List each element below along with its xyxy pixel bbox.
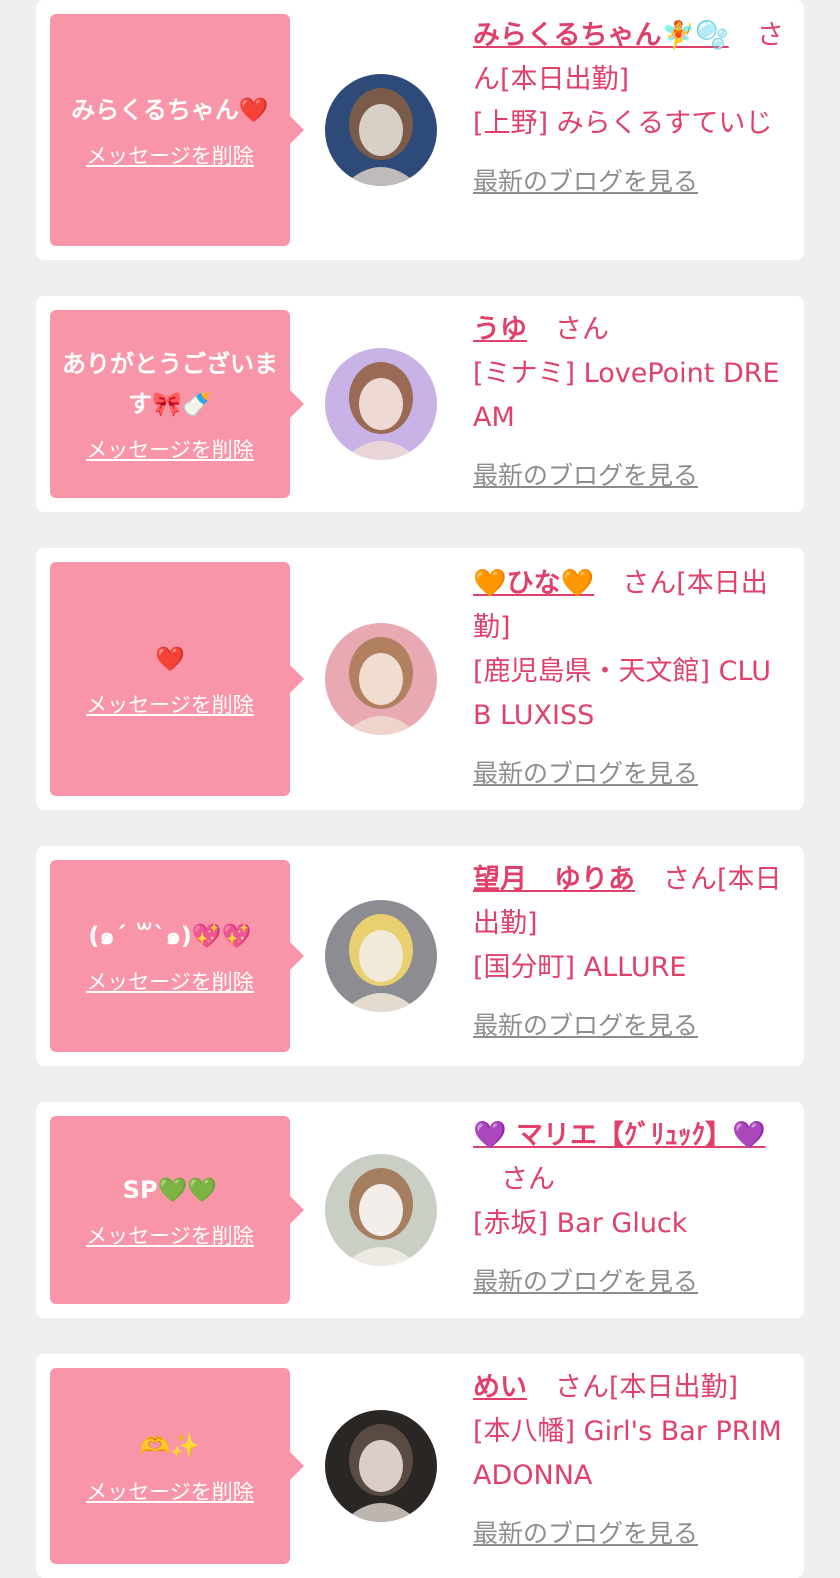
avatar-image bbox=[325, 348, 437, 460]
message-card: SP💚💚 メッセージを削除 💜 マリエ【ｸﾞﾘｭｯｸ】💜 さん [赤坂] Bar Glu… bbox=[36, 1102, 804, 1318]
message-card: みらくるちゃん❤️ メッセージを削除 みらくるちゃん🧚🫧 さん[本日出勤] [上野] み… bbox=[36, 0, 804, 260]
store-name: [本八幡] Girl's Bar PRIMADONNA bbox=[473, 1416, 782, 1491]
message-card: 🫶✨ メッセージを削除 めい さん[本日出勤] [本八幡] Girl's Bar PRI… bbox=[36, 1354, 804, 1578]
delete-message-button[interactable]: メッセージを削除 bbox=[86, 689, 254, 719]
cast-info: めい さん[本日出勤] [本八幡] Girl's Bar PRIMADONNA 最新の… bbox=[473, 1366, 789, 1556]
store-name: [上野] みらくるすていじ bbox=[473, 108, 773, 139]
avatar[interactable] bbox=[325, 74, 437, 186]
cast-name-link[interactable]: めい bbox=[473, 1372, 527, 1403]
avatar[interactable] bbox=[325, 900, 437, 1012]
message-bubble: 🫶✨ メッセージを削除 bbox=[50, 1368, 304, 1564]
cast-name-link[interactable]: みらくるちゃん🧚🫧 bbox=[473, 20, 729, 51]
avatar[interactable] bbox=[325, 348, 437, 460]
latest-blog-link[interactable]: 最新のブログを見る bbox=[473, 752, 789, 796]
message-text: 🫶✨ bbox=[140, 1432, 200, 1460]
cast-info: うゆ さん [ミナミ] LovePoint DREAM 最新のブログを見る bbox=[473, 308, 789, 498]
favorite-list: みらくるちゃん❤️ メッセージを削除 みらくるちゃん🧚🫧 さん[本日出勤] [上野] み… bbox=[0, 0, 840, 1578]
avatar-image bbox=[325, 1154, 437, 1266]
latest-blog-link[interactable]: 最新のブログを見る bbox=[473, 1004, 789, 1048]
message-card: ❤️ メッセージを削除 🧡ひな🧡 さん[本日出勤] [鹿児島県・天文館] CLUB LU… bbox=[36, 548, 804, 810]
message-card: ありがとうございます🎀🍼 メッセージを削除 うゆ さん [ミナミ] LovePoint … bbox=[36, 296, 804, 512]
cast-info: 💜 マリエ【ｸﾞﾘｭｯｸ】💜 さん [赤坂] Bar Gluck 最新のブログを見る bbox=[473, 1114, 789, 1304]
message-text: みらくるちゃん❤️ bbox=[71, 96, 269, 124]
cast-name-link[interactable]: うゆ bbox=[473, 314, 527, 345]
delete-message-button[interactable]: メッセージを削除 bbox=[86, 434, 254, 464]
store-name: [ミナミ] LovePoint DREAM bbox=[473, 358, 780, 433]
store-name: [赤坂] Bar Gluck bbox=[473, 1208, 688, 1239]
cast-name-link[interactable]: 望月 ゆりあ bbox=[473, 864, 635, 895]
cast-info: 望月 ゆりあ さん[本日出勤] [国分町] ALLURE 最新のブログを見る bbox=[473, 858, 789, 1048]
message-text: (๑´ ꒳`๑)💖💖 bbox=[88, 922, 252, 950]
message-text: SP💚💚 bbox=[122, 1176, 218, 1204]
latest-blog-link[interactable]: 最新のブログを見る bbox=[473, 160, 789, 204]
message-text: ❤️ bbox=[155, 645, 185, 673]
store-name: [鹿児島県・天文館] CLUB LUXISS bbox=[473, 656, 771, 731]
latest-blog-link[interactable]: 最新のブログを見る bbox=[473, 454, 789, 498]
store-name: [国分町] ALLURE bbox=[473, 952, 687, 983]
delete-message-button[interactable]: メッセージを削除 bbox=[86, 1220, 254, 1250]
latest-blog-link[interactable]: 最新のブログを見る bbox=[473, 1512, 789, 1556]
avatar-image bbox=[325, 900, 437, 1012]
message-bubble: (๑´ ꒳`๑)💖💖 メッセージを削除 bbox=[50, 860, 304, 1052]
delete-message-button[interactable]: メッセージを削除 bbox=[86, 966, 254, 996]
delete-message-button[interactable]: メッセージを削除 bbox=[86, 1476, 254, 1506]
honorific-status: さん bbox=[501, 1164, 555, 1195]
cast-name-link[interactable]: 🧡ひな🧡 bbox=[473, 568, 594, 599]
avatar[interactable] bbox=[325, 623, 437, 735]
message-bubble: ありがとうございます🎀🍼 メッセージを削除 bbox=[50, 310, 304, 498]
message-text: ありがとうございます🎀🍼 bbox=[62, 350, 278, 418]
avatar-image bbox=[325, 74, 437, 186]
message-bubble: みらくるちゃん❤️ メッセージを削除 bbox=[50, 14, 304, 246]
cast-name-link[interactable]: 💜 マリエ【ｸﾞﾘｭｯｸ】💜 bbox=[473, 1120, 766, 1151]
honorific-status: さん[本日出勤] bbox=[555, 1372, 739, 1403]
message-card: (๑´ ꒳`๑)💖💖 メッセージを削除 望月 ゆりあ さん[本日出勤] [国分町] AL… bbox=[36, 846, 804, 1066]
message-bubble: ❤️ メッセージを削除 bbox=[50, 562, 304, 796]
honorific-status: さん bbox=[555, 314, 609, 345]
avatar-image bbox=[325, 1410, 437, 1522]
delete-message-button[interactable]: メッセージを削除 bbox=[86, 140, 254, 170]
message-bubble: SP💚💚 メッセージを削除 bbox=[50, 1116, 304, 1304]
latest-blog-link[interactable]: 最新のブログを見る bbox=[473, 1260, 789, 1304]
avatar[interactable] bbox=[325, 1410, 437, 1522]
avatar-image bbox=[325, 623, 437, 735]
avatar[interactable] bbox=[325, 1154, 437, 1266]
cast-info: みらくるちゃん🧚🫧 さん[本日出勤] [上野] みらくるすていじ 最新のブログを見る bbox=[473, 14, 789, 204]
cast-info: 🧡ひな🧡 さん[本日出勤] [鹿児島県・天文館] CLUB LUXISS 最新のブログ… bbox=[473, 562, 789, 796]
